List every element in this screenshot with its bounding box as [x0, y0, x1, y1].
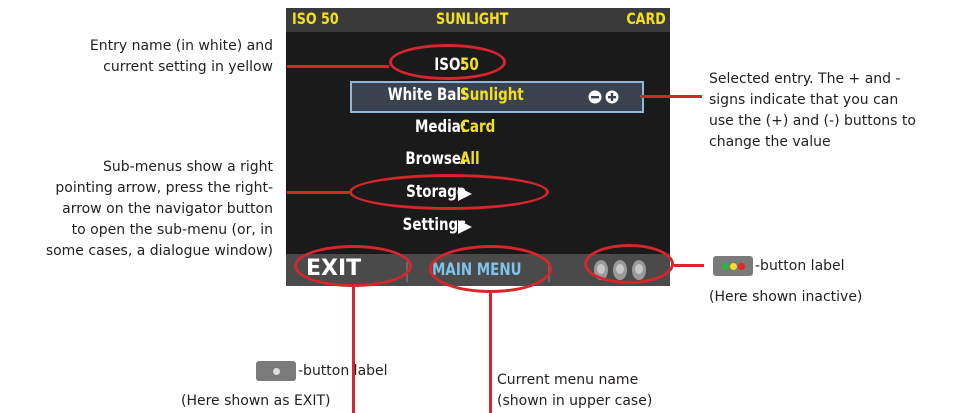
- minus-plus-icon: [588, 90, 619, 104]
- annotation-line: current setting in yellow: [103, 59, 273, 75]
- status-bar: ISO 50 SUNLIGHT CARD: [286, 8, 670, 32]
- right-button-note: (Here shown inactive): [709, 289, 863, 305]
- exit-highlight-ellipse: [294, 245, 412, 287]
- menu-row-media[interactable]: Media: Card: [286, 114, 670, 142]
- menu-row-label: Settings: [402, 215, 466, 235]
- submenu-arrow-icon: [458, 220, 472, 234]
- storage-highlight-ellipse: [349, 174, 549, 210]
- annotation-line: Current menu name: [497, 372, 639, 388]
- annotation-line: change the value: [709, 134, 831, 150]
- menu-row-browse[interactable]: Browse: All: [286, 146, 670, 174]
- annotation-line: (shown in upper case): [497, 393, 653, 409]
- menu-row-value: Card: [460, 117, 496, 137]
- menu-row-label: White Bal:: [387, 85, 466, 105]
- leader-line: [352, 287, 355, 413]
- annotation-line: pointing arrow, press the right-: [55, 180, 273, 196]
- single-button-icon: [256, 361, 296, 381]
- annotation-line: arrow on the navigator button: [62, 201, 273, 217]
- leader-line: [674, 264, 704, 267]
- menu-row-white-balance[interactable]: White Bal: Sunlight: [286, 82, 670, 110]
- menu-row-settings[interactable]: Settings: [286, 212, 670, 240]
- color-buttons-icon: [713, 256, 753, 276]
- menu-row-label: Media:: [414, 117, 466, 137]
- button-highlight-ellipse: [584, 244, 674, 284]
- annotation-line: Entry name (in white) and: [89, 38, 273, 54]
- right-button-label-annotation: -button label: [755, 258, 845, 274]
- iso-highlight-ellipse: [389, 44, 506, 80]
- entry-name-annotation: Entry name (in white) and current settin…: [90, 36, 273, 78]
- menu-row-value: All: [460, 149, 480, 169]
- menu-row-label: Browse:: [404, 149, 466, 169]
- menu-name-annotation: Current menu name (shown in upper case): [497, 370, 652, 412]
- leader-line: [287, 65, 389, 68]
- annotation-line: Selected entry. The + and -: [709, 71, 901, 87]
- left-button-note: (Here shown as EXIT): [181, 393, 331, 409]
- annotation-line: Sub-menus show a right: [103, 159, 273, 175]
- status-white-balance: SUNLIGHT: [436, 9, 509, 28]
- left-button-label-annotation: -button label: [298, 363, 388, 379]
- annotation-line: some cases, a dialogue window): [45, 243, 273, 259]
- menu-row-value: Sunlight: [460, 85, 524, 105]
- leader-line: [489, 293, 492, 413]
- annotation-line: use the (+) and (-) buttons to: [709, 113, 916, 129]
- annotation-line: to open the sub-menu (or, in: [71, 222, 273, 238]
- status-media: CARD: [626, 9, 666, 28]
- annotation-line: signs indicate that you can: [709, 92, 899, 108]
- leader-line: [640, 95, 702, 98]
- menu-name-highlight-ellipse: [429, 245, 552, 293]
- selected-entry-annotation: Selected entry. The + and - signs indica…: [709, 69, 916, 153]
- status-iso: ISO 50: [292, 9, 339, 28]
- submenu-annotation: Sub-menus show a right pointing arrow, p…: [46, 157, 273, 262]
- leader-line: [287, 191, 349, 194]
